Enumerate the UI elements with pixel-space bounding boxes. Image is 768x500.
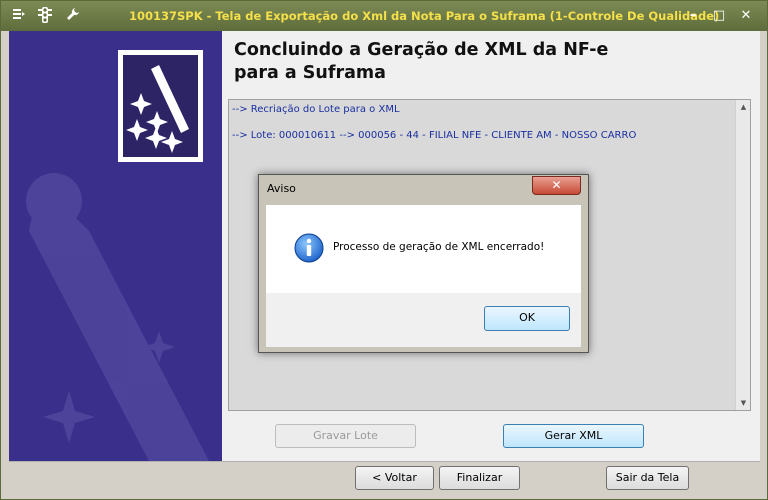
scroll-down-arrow-icon[interactable]: ▼ bbox=[736, 396, 751, 410]
close-button[interactable]: ✕ bbox=[736, 7, 756, 25]
gravar-lote-button[interactable]: Gravar Lote bbox=[275, 424, 416, 448]
dialog-body: Processo de geração de XML encerrado! bbox=[266, 205, 581, 293]
log-line: --> Lote: 000010611 --> 000056 - 44 - FI… bbox=[232, 130, 637, 141]
log-line: --> Recriação do Lote para o XML bbox=[232, 104, 400, 115]
voltar-button[interactable]: < Voltar bbox=[355, 466, 434, 490]
heading-line-1: Concluindo a Geração de XML da NF-e bbox=[234, 40, 609, 60]
info-icon bbox=[294, 233, 324, 263]
gerar-xml-button[interactable]: Gerar XML bbox=[503, 424, 644, 448]
wrench-icon[interactable] bbox=[64, 7, 82, 25]
maximize-button[interactable]: □ bbox=[709, 7, 729, 25]
dialog-title: Aviso bbox=[267, 182, 296, 195]
log-scrollbar[interactable]: ▲ ▼ bbox=[735, 100, 750, 410]
dialog-button-area: OK bbox=[266, 293, 581, 347]
minimize-button[interactable]: – bbox=[683, 7, 703, 25]
footer-divider bbox=[9, 461, 760, 462]
aviso-dialog: Aviso ✕ Processo de geração de XML encer… bbox=[258, 174, 589, 353]
finalizar-button[interactable]: Finalizar bbox=[439, 466, 520, 490]
heading-line-2: para a Suframa bbox=[234, 63, 386, 83]
menu-icon[interactable] bbox=[10, 7, 28, 25]
title-bar[interactable]: 100137SPK - Tela de Exportação do Xml da… bbox=[1, 1, 767, 31]
ok-button[interactable]: OK bbox=[484, 306, 570, 331]
traffic-light-icon[interactable] bbox=[36, 7, 54, 25]
dialog-message: Processo de geração de XML encerrado! bbox=[333, 241, 545, 253]
wizard-side-banner bbox=[9, 31, 222, 461]
banner-artwork bbox=[26, 50, 209, 461]
dialog-close-button[interactable]: ✕ bbox=[532, 176, 581, 195]
window-title: 100137SPK - Tela de Exportação do Xml da… bbox=[129, 9, 720, 23]
page-heading: Concluindo a Geração de XML da NF-e para… bbox=[234, 39, 734, 85]
sair-button[interactable]: Sair da Tela bbox=[606, 466, 689, 490]
scroll-up-arrow-icon[interactable]: ▲ bbox=[736, 100, 751, 114]
